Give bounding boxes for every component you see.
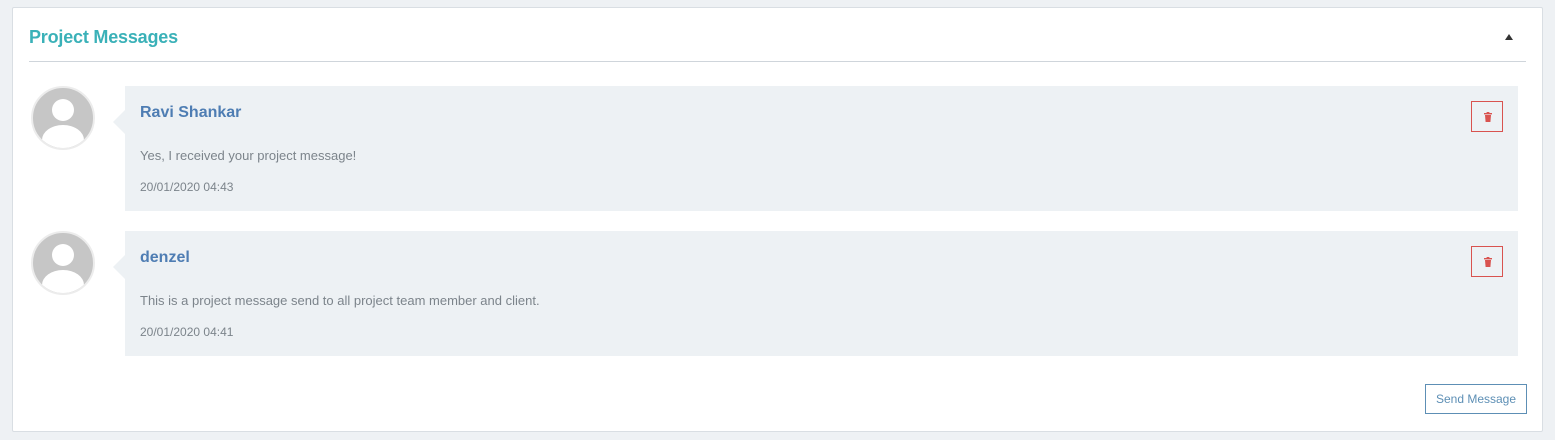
message-text: Yes, I received your project message!: [140, 148, 357, 163]
message-item: denzel This is a project message send to…: [31, 231, 1518, 357]
avatar-head: [52, 244, 74, 266]
trash-icon: [1484, 257, 1492, 267]
user-avatar: [31, 231, 95, 295]
send-message-button[interactable]: Send Message: [1425, 384, 1527, 414]
avatar-body: [42, 125, 84, 148]
delete-message-button[interactable]: [1471, 101, 1503, 132]
message-item: Ravi Shankar Yes, I received your projec…: [31, 86, 1518, 212]
project-messages-panel: Project Messages Ravi Shankar Yes, I rec…: [12, 7, 1543, 432]
message-timestamp: 20/01/2020 04:41: [140, 325, 234, 339]
panel-title: Project Messages: [29, 27, 178, 47]
message-author: denzel: [140, 249, 190, 266]
panel-header: Project Messages: [29, 8, 1526, 62]
delete-message-button[interactable]: [1471, 246, 1503, 277]
message-text: This is a project message send to all pr…: [140, 293, 540, 308]
message-timestamp: 20/01/2020 04:43: [140, 180, 234, 194]
user-avatar: [31, 86, 95, 150]
avatar-body: [42, 270, 84, 293]
message-bubble: denzel This is a project message send to…: [113, 231, 1518, 356]
avatar-head: [52, 99, 74, 121]
trash-icon: [1484, 112, 1492, 122]
caret-up-icon[interactable]: [1504, 32, 1516, 42]
message-bubble: Ravi Shankar Yes, I received your projec…: [113, 86, 1518, 211]
message-author: Ravi Shankar: [140, 104, 242, 121]
